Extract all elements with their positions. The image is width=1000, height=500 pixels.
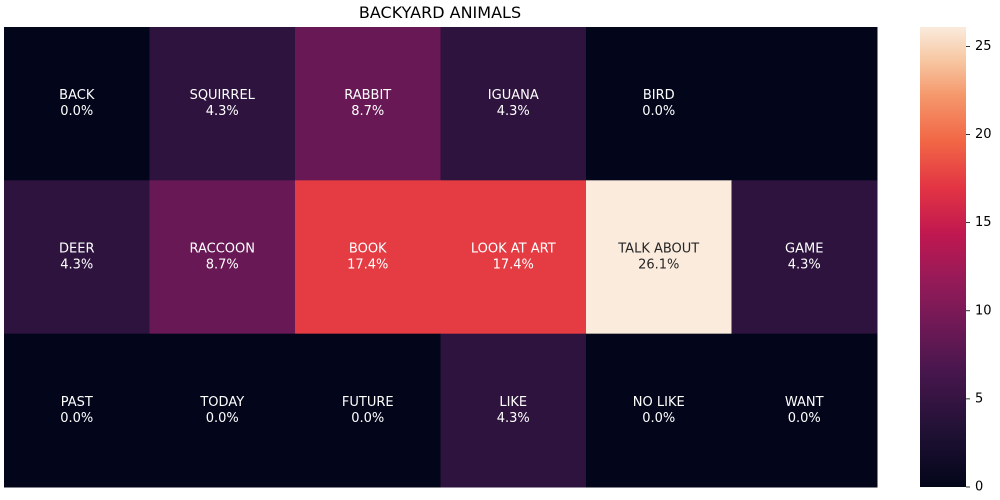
cell-label: SQUIRREL [190,88,256,103]
cell-label: RABBIT [344,88,391,103]
colorbar-tick-label: 10 [975,303,992,318]
cell-label: TALK ABOUT [617,242,699,257]
cell-label: DEER [59,242,94,257]
cell-value-label: 0.0% [60,411,93,426]
cell-label: NO LIKE [633,395,685,410]
cell-value-label: 0.0% [642,411,675,426]
cell-label: LOOK AT ART [471,242,556,257]
cell-value-label: 4.3% [497,104,530,119]
heatmap-chart: BACKYARD ANIMALS BACK0.0%SQUIRREL4.3%RAB… [4,3,992,495]
cell-value-label: 0.0% [788,411,821,426]
colorbar-tick-label: 5 [975,391,983,406]
cell-value-label: 8.7% [206,258,239,273]
colorbar-tick-label: 15 [975,215,992,230]
cell-value-label: 4.3% [788,258,821,273]
heatmap-cells: BACK0.0%SQUIRREL4.3%RABBIT8.7%IGUANA4.3%… [4,27,878,488]
cell-label: GAME [785,242,823,257]
cell-value-label: 0.0% [60,104,93,119]
cell-label: IGUANA [488,88,539,103]
cell-value-label: 8.7% [351,104,384,119]
cell-label: RACCOON [189,242,255,257]
cell-value-label: 0.0% [642,104,675,119]
cell-label: BIRD [643,88,675,103]
colorbar-tick-label: 20 [975,127,992,142]
cell-value-label: 4.3% [206,104,239,119]
cell-value-label: 17.4% [493,258,534,273]
cell-label: BACK [59,88,95,103]
colorbar-tick-label: 0 [975,480,983,495]
cell-label: FUTURE [342,395,394,410]
heatmap-cell [731,27,878,181]
chart-title: BACKYARD ANIMALS [359,3,521,22]
cell-value-label: 4.3% [60,258,93,273]
cell-label: BOOK [349,242,387,257]
colorbar-tick-label: 25 [975,39,992,54]
cell-value-label: 0.0% [351,411,384,426]
cell-value-label: 26.1% [638,258,679,273]
cell-value-label: 4.3% [497,411,530,426]
cell-label: PAST [61,395,93,410]
cell-value-label: 17.4% [347,258,388,273]
cell-label: TODAY [199,395,244,410]
colorbar-ticks: 0 5 10 15 20 25 [966,39,992,495]
cell-label: LIKE [499,395,527,410]
cell-label: WANT [785,395,824,410]
cell-value-label: 0.0% [206,411,239,426]
colorbar [920,27,966,487]
